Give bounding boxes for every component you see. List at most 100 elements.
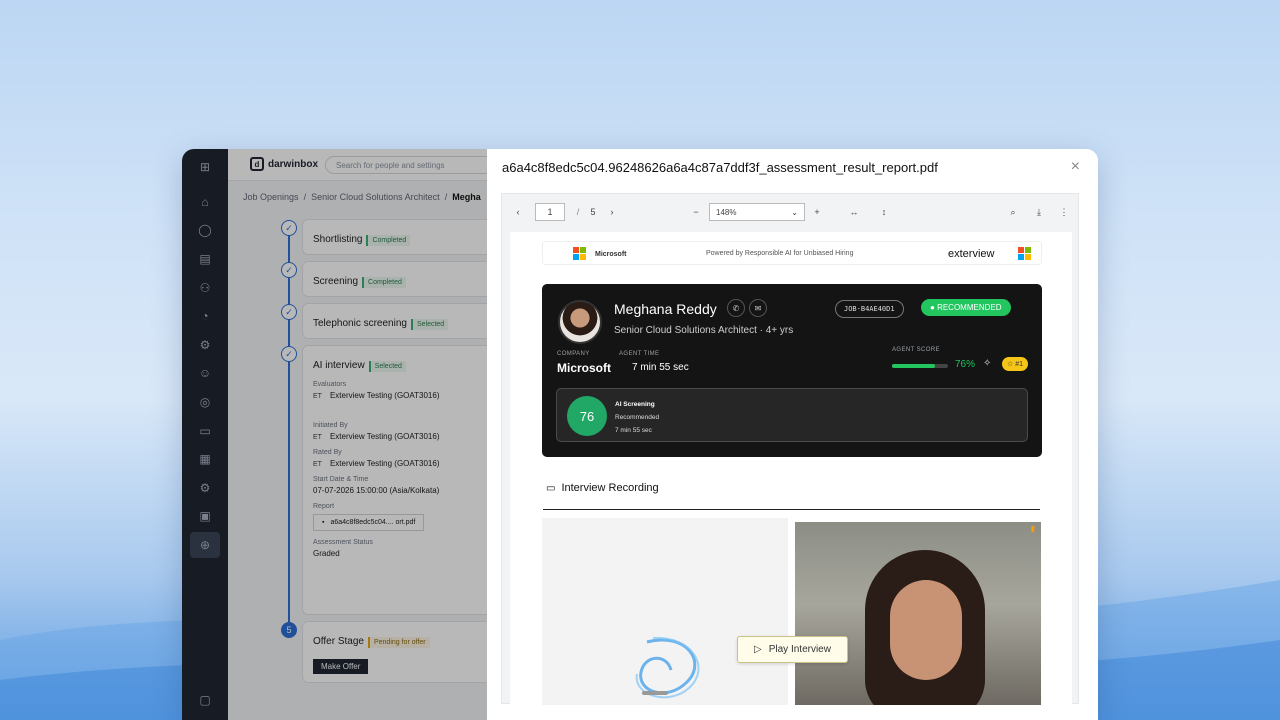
agent-score-fill [892,364,935,368]
people-search-input[interactable]: Search for people and settings [325,156,495,174]
agent-time: 7 min 55 sec [632,362,689,373]
header-tagline: Powered by Responsible AI for Unbiased H… [706,250,854,257]
report-header: Microsoft Powered by Responsible AI for … [542,241,1042,265]
agent-score-bar [892,364,948,368]
evaluator-name: Exterview Testing (GOAT3016) [329,391,440,400]
pdf-icon: ▪ [322,519,325,526]
prev-page-icon[interactable]: ‹ [512,203,524,221]
report-file-chip[interactable]: ▪ a6a4c8f8edc5c04.... ort.pdf [313,514,425,531]
agent-time-label: AGENT TIME [619,351,660,357]
step-check-icon: ✓ [281,304,297,320]
grid-icon[interactable]: ⊞ [195,157,215,177]
breadcrumb-candidate: Megha [452,192,481,202]
screening-title: AI Screening [615,401,655,408]
assessment-label: Assessment Status [313,539,373,546]
start-value: 07-07-2026 15:00:00 (Asia/Kolkata) [313,486,440,495]
microsoft-logo-icon [1018,247,1031,260]
candidate-summary-card: Meghana Reddy ✆ ✉ Senior Cloud Solutions… [542,284,1042,457]
person-gear-icon[interactable]: ⚙ [195,478,215,498]
status-badge: Selected [368,361,406,372]
home-icon[interactable]: ⌂ [195,192,215,212]
rank-badge: ☆ #1 [1002,357,1029,371]
signal-icon: ▮ [1030,524,1035,533]
exterview-swirl-icon [635,636,700,699]
status-badge: Selected [410,319,449,330]
chevron-down-icon: ⌄ [791,207,798,217]
id-card-icon[interactable]: ▭ [195,421,215,441]
job-id-badge: JOB-B4AE40D1 [835,300,904,318]
video-camera-icon: ▭ [546,482,556,494]
header-brand: Microsoft [595,251,627,258]
step-check-icon: ✓ [281,346,297,362]
candidate-role: Senior Cloud Solutions Architect · 4+ yr… [614,325,794,336]
rated-name: Exterview Testing (GOAT3016) [329,459,440,468]
breadcrumb-job-openings[interactable]: Job Openings [243,192,299,202]
breadcrumb-job[interactable]: Senior Cloud Solutions Architect [311,192,440,202]
step-number: 5 [281,622,297,638]
team-icon[interactable]: ☺ [195,363,215,383]
exterview-logo: exterview [948,248,995,260]
make-offer-button[interactable]: Make Offer [313,659,369,674]
recommended-badge: ● RECOMMENDED [921,299,1011,316]
recording-title: ▭ Interview Recording [546,482,659,494]
pdf-page: Microsoft Powered by Responsible AI for … [510,232,1072,705]
breadcrumb: Job Openings / Senior Cloud Solutions Ar… [243,192,481,202]
status-badge: Completed [362,277,406,288]
darwinbox-app: ⊞ ⌂ ◯ ▤ ⚇ ◔ ⚙ ☺ ◎ ▭ ▦ ⚙ ▣ ⊕ ▢ d darwinbox… [182,149,495,720]
timeline-line [288,235,290,625]
pdf-modal: a6a4c8f8edc5c04.96248626a6a4c87a7ddf3f_a… [487,149,1098,720]
scroll-handle[interactable] [642,691,668,695]
zoom-in-icon[interactable]: + [810,203,824,221]
pie-icon[interactable]: ◔ [195,306,215,326]
stage-card-telephonic[interactable]: Telephonic screening Selected [302,303,492,339]
zoom-out-icon[interactable]: − [689,203,703,221]
download-icon[interactable]: ⤓ [1032,203,1046,221]
calendar-icon[interactable]: ▦ [195,449,215,469]
email-icon[interactable]: ✉ [749,299,767,317]
next-page-icon[interactable]: › [606,203,618,221]
start-label: Start Date & Time [313,476,369,483]
pdf-viewer: ‹ 1 / 5 › − 148% ⌄ + ↔ ↕ ⌕ ⤓ ⋮ Microsoft… [501,193,1079,705]
stage-card-offer[interactable]: Offer Stage Pending for offer Make Offer [302,621,492,683]
play-icon: ▷ [754,644,762,655]
evaluators-label: Evaluators [313,381,347,388]
fit-width-icon[interactable]: ↔ [847,203,861,221]
zoom-select[interactable]: 148% ⌄ [709,203,805,221]
agent-score-percent: 76% [955,359,976,370]
coins-icon[interactable]: ◎ [195,392,215,412]
microsoft-logo-icon [573,247,586,260]
d-icon[interactable]: ▢ [195,690,215,710]
phone-icon[interactable]: ✆ [727,299,745,317]
ai-screening-panel: 76 AI Screening Recommended 7 min 55 sec [556,388,1028,442]
people-sliders-icon[interactable]: ⚙ [195,335,215,355]
assessment-value: Graded [313,549,340,558]
total-pages: 5 [590,207,596,217]
page-separator: / [576,207,580,217]
candidate-name: Meghana Reddy [614,301,717,317]
candidate-face [890,580,962,680]
app-topbar: d darwinbox Search for people and setting… [228,149,495,181]
screening-score: 76 [567,396,607,436]
initiated-name: Exterview Testing (GOAT3016) [329,432,440,441]
doc-icon[interactable]: ▤ [195,249,215,269]
org-icon[interactable]: ⚇ [195,278,215,298]
stage-card-screening[interactable]: Screening Completed [302,261,492,297]
fit-page-icon[interactable]: ↕ [877,203,891,221]
close-icon[interactable]: × [1071,158,1080,176]
image-icon[interactable]: ▣ [195,506,215,526]
avatar [558,300,602,344]
more-options-icon[interactable]: ⋮ [1057,203,1071,221]
modal-title: a6a4c8f8edc5c04.96248626a6a4c87a7ddf3f_a… [502,160,938,175]
profile-icon[interactable]: ◯ [195,220,215,240]
stage-card-shortlisting[interactable]: Shortlisting Completed [302,219,492,255]
step-check-icon: ✓ [281,220,297,236]
play-interview-button[interactable]: ▷ Play Interview [737,636,848,663]
search-icon[interactable]: ⌕ [1006,203,1020,221]
candidate-video[interactable]: ▮ [795,522,1041,705]
darwinbox-logo: d darwinbox [250,157,318,171]
status-badge: Pending for offer [367,637,430,648]
stage-card-ai-interview[interactable]: AI interview Selected Evaluators ET Exterv… [302,345,492,615]
status-badge: Completed [366,235,411,246]
page-number-input[interactable]: 1 [535,203,565,221]
search-people-icon[interactable]: ⊕ [190,532,220,558]
